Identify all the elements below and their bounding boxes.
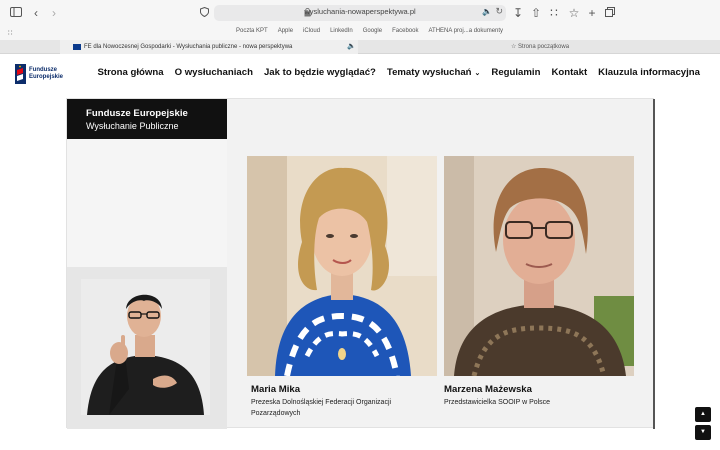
nav-item-privacy[interactable]: Klauzula informacyjna bbox=[598, 67, 700, 78]
download-icon[interactable]: ↧ bbox=[510, 5, 526, 21]
speaker-video-maria-mika bbox=[247, 156, 437, 376]
tab-label: FE dla Nowoczesnej Gospodarki - Wysłucha… bbox=[84, 44, 293, 50]
scroll-down-button[interactable]: ▼ bbox=[695, 425, 711, 440]
back-icon[interactable]: ‹ bbox=[28, 5, 44, 21]
arrow-up-icon: ▲ bbox=[700, 411, 706, 417]
share-icon[interactable]: ⇧ bbox=[528, 5, 544, 21]
site-header: Fundusze Europejskie Strona główna O wys… bbox=[0, 55, 720, 95]
nav-item-rules[interactable]: Regulamin bbox=[491, 67, 540, 78]
speaker-role-1-line1: Prezeska Dolnośląskiej Federacji Organiz… bbox=[251, 399, 392, 406]
browser-toolbar: ‹ › wysluchania-nowaperspektywa.pl 🔈 ↻ ↧… bbox=[0, 0, 720, 26]
favorite-item[interactable]: Poczta KPT bbox=[236, 28, 268, 34]
favorite-item[interactable]: Google bbox=[363, 28, 382, 34]
speaker-role-1: Prezeska Dolnośląskiej Federacji Organiz… bbox=[251, 397, 391, 419]
fe-logo-mark-icon bbox=[15, 64, 26, 84]
favorite-item[interactable]: ATHENA proj...a dokumenty bbox=[428, 28, 503, 34]
chevron-down-icon: ⌄ bbox=[474, 70, 481, 77]
event-title-box: Fundusze Europejskie Wysłuchanie Publicz… bbox=[67, 99, 227, 139]
logo-line2: Europejskie bbox=[29, 74, 64, 80]
event-title: Fundusze Europejskie bbox=[86, 108, 188, 119]
favorite-item[interactable]: Apple bbox=[278, 28, 293, 34]
nav-item-about[interactable]: O wysłuchaniach bbox=[175, 67, 253, 78]
extensions-grid-icon[interactable]: ∷ bbox=[546, 5, 562, 21]
star-icon: ☆ bbox=[510, 44, 517, 50]
tab-bar: FE dla Nowoczesnej Gospodarki - Wysłucha… bbox=[0, 40, 720, 54]
tab-audio-icon[interactable]: 🔈 bbox=[347, 40, 356, 54]
arrow-down-icon: ▼ bbox=[700, 429, 706, 435]
privacy-shield-icon[interactable] bbox=[196, 5, 212, 21]
nav-item-topics-label: Tematy wysłuchań bbox=[386, 67, 472, 78]
forward-icon[interactable]: › bbox=[46, 5, 62, 21]
nav-item-contact[interactable]: Kontakt bbox=[551, 67, 587, 78]
sidebar-icon[interactable] bbox=[8, 5, 24, 21]
logo-line1: Fundusze bbox=[29, 67, 57, 73]
favorite-item[interactable]: iCloud bbox=[303, 28, 320, 34]
scroll-up-button[interactable]: ▲ bbox=[695, 407, 711, 422]
new-tab-icon[interactable]: + bbox=[584, 5, 600, 21]
tab-label: Strona początkowa bbox=[518, 44, 570, 50]
nav-item-home[interactable]: Strona główna bbox=[97, 67, 163, 78]
speaker-name-1: Maria Mika bbox=[251, 384, 301, 395]
address-bar[interactable]: wysluchania-nowaperspektywa.pl 🔈 ↻ bbox=[214, 5, 506, 21]
favorite-item[interactable]: Facebook bbox=[392, 28, 418, 34]
favorite-item[interactable]: LinkedIn bbox=[330, 28, 353, 34]
video-stage: Fundusze Europejskie Wysłuchanie Publicz… bbox=[66, 98, 655, 429]
speaker-name-2: Marzena Mażewska bbox=[444, 384, 532, 395]
event-subtitle: Wysłuchanie Publiczne bbox=[86, 121, 179, 131]
stage-edge bbox=[653, 99, 655, 429]
reload-icon[interactable]: ↻ bbox=[495, 6, 503, 17]
apps-grid-icon[interactable]: ∷ bbox=[8, 29, 12, 37]
nav-item-how[interactable]: Jak to będzie wyglądać? bbox=[264, 67, 376, 78]
speaker-video-marzena-mazewska bbox=[444, 156, 634, 376]
speaker-role-1-line2: Pozarządowych bbox=[251, 410, 301, 417]
sign-language-interpreter-video bbox=[81, 279, 210, 415]
tab-active[interactable]: FE dla Nowoczesnej Gospodarki - Wysłucha… bbox=[60, 40, 358, 54]
tab-overview-icon[interactable] bbox=[602, 5, 618, 21]
speaker-role-2: Przedstawicielka SOOIP w Polsce bbox=[444, 397, 550, 408]
tab-start-page[interactable]: ☆ Strona początkowa bbox=[360, 40, 720, 54]
eu-flag-icon bbox=[73, 44, 81, 50]
speaker-icon[interactable]: 🔈 bbox=[482, 7, 492, 16]
favorites-bar: ∷ Poczta KPT Apple iCloud LinkedIn Googl… bbox=[0, 26, 720, 40]
speaker-role-2-line1: Przedstawicielka SOOIP w Polsce bbox=[444, 399, 551, 406]
main-nav: Strona główna O wysłuchaniach Jak to będ… bbox=[97, 67, 700, 78]
url-text: wysluchania-nowaperspektywa.pl bbox=[304, 7, 416, 16]
fundusze-europejskie-logo[interactable]: Fundusze Europejskie bbox=[15, 64, 63, 86]
nav-item-topics[interactable]: Tematy wysłuchań ⌄ bbox=[387, 67, 480, 78]
bookmark-star-icon[interactable]: ☆ bbox=[566, 5, 582, 21]
